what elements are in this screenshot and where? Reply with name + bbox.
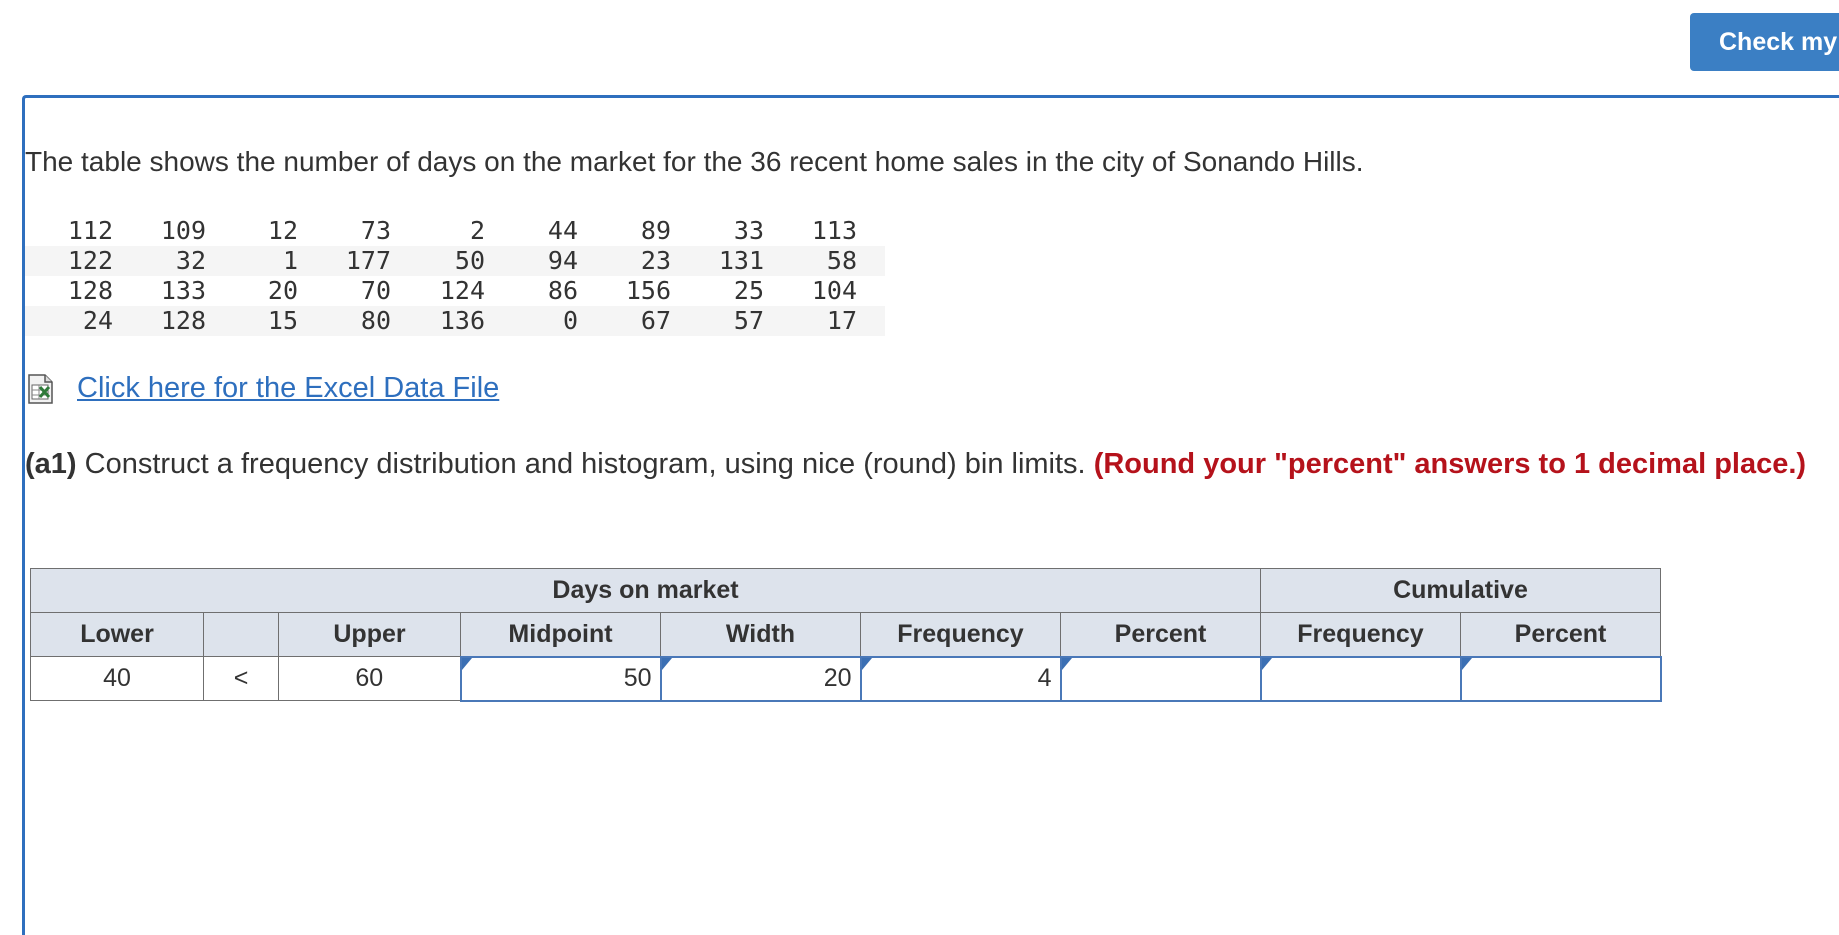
- col-percent: Percent: [1060, 612, 1261, 657]
- data-cell: 20: [267, 276, 298, 305]
- data-cell: 15: [267, 306, 298, 335]
- data-cell: 128: [160, 306, 206, 335]
- data-cell: 67: [640, 306, 671, 335]
- data-cell: 136: [439, 306, 485, 335]
- data-cell: 128: [67, 276, 113, 305]
- intro-text: The table shows the number of days on th…: [25, 146, 1364, 177]
- table-row: 40 < 60 50 20 4: [30, 655, 1662, 702]
- data-cell: 73: [360, 216, 391, 245]
- operator-cell: <: [203, 656, 279, 701]
- question-body: Construct a frequency distribution and h…: [76, 448, 1094, 480]
- excel-link-label[interactable]: Click here for the Excel Data File: [77, 372, 499, 405]
- data-cell: 89: [640, 216, 671, 245]
- frequency-input[interactable]: 4: [859, 655, 1062, 702]
- col-cum-frequency: Frequency: [1260, 612, 1461, 657]
- cumulative-header: Cumulative: [1260, 568, 1661, 613]
- col-frequency: Frequency: [860, 612, 1061, 657]
- col-width: Width: [660, 612, 861, 657]
- data-cell: 94: [547, 246, 578, 275]
- data-cell: 124: [439, 276, 485, 305]
- question-text: (a1) Construct a frequency distribution …: [25, 446, 1825, 482]
- data-cell: 122: [67, 246, 113, 275]
- data-cell: 86: [547, 276, 578, 305]
- data-cell: 131: [718, 246, 764, 275]
- data-cell: 58: [826, 246, 857, 275]
- data-cell: 109: [160, 216, 206, 245]
- data-cell: 2: [469, 216, 485, 245]
- data-cell: 23: [640, 246, 671, 275]
- data-cell: 50: [454, 246, 485, 275]
- col-lower: Lower: [30, 612, 204, 657]
- data-cell: 80: [360, 306, 391, 335]
- data-cell: 113: [811, 216, 857, 245]
- data-row: 112 109 12 73 2 44 89 33 113: [25, 216, 885, 246]
- frequency-distribution-table: Days on market Cumulative Lower Upper Mi…: [30, 568, 1662, 702]
- data-cell: 12: [267, 216, 298, 245]
- data-cell: 24: [82, 306, 113, 335]
- data-cell: 44: [547, 216, 578, 245]
- data-cell: 57: [733, 306, 764, 335]
- col-cum-percent: Percent: [1460, 612, 1661, 657]
- data-cell: 17: [826, 306, 857, 335]
- data-row: 128 133 20 70 124 86 156 25 104: [25, 276, 885, 306]
- lower-cell: 40: [30, 656, 204, 701]
- percent-input[interactable]: [1059, 655, 1262, 702]
- excel-file-icon: [28, 373, 53, 404]
- rounding-note: (Round your "percent" answers to 1 decim…: [1093, 448, 1807, 480]
- col-midpoint: Midpoint: [460, 612, 661, 657]
- midpoint-input[interactable]: 50: [459, 655, 662, 702]
- data-cell: 104: [811, 276, 857, 305]
- days-on-market-header: Days on market: [30, 568, 1261, 613]
- data-cell: 1: [282, 246, 298, 275]
- excel-data-file-link[interactable]: Click here for the Excel Data File: [25, 372, 499, 405]
- question-label: (a1): [25, 448, 77, 480]
- cum-percent-input[interactable]: [1459, 655, 1662, 702]
- cum-frequency-input[interactable]: [1259, 655, 1462, 702]
- data-cell: 112: [67, 216, 113, 245]
- data-cell: 33: [733, 216, 764, 245]
- data-cell: 70: [360, 276, 391, 305]
- data-cell: 133: [160, 276, 206, 305]
- data-cell: 177: [345, 246, 391, 275]
- upper-cell: 60: [278, 656, 461, 701]
- width-input[interactable]: 20: [659, 655, 862, 702]
- data-row: 24 128 15 80 136 0 67 57 17: [25, 306, 885, 336]
- data-cell: 0: [562, 306, 578, 335]
- data-cell: 32: [175, 246, 206, 275]
- group-header-row: Days on market Cumulative: [30, 568, 1661, 613]
- data-row: 122 32 1 177 50 94 23 131 58: [25, 246, 885, 276]
- check-my-work-button[interactable]: Check my: [1690, 13, 1839, 71]
- col-upper: Upper: [278, 612, 461, 657]
- col-operator: [203, 612, 279, 657]
- data-cell: 156: [625, 276, 671, 305]
- data-grid: 112 109 12 73 2 44 89 33 113 122 32 1 17…: [25, 216, 885, 336]
- data-cell: 25: [733, 276, 764, 305]
- column-header-row: Lower Upper Midpoint Width Frequency Per…: [30, 612, 1661, 657]
